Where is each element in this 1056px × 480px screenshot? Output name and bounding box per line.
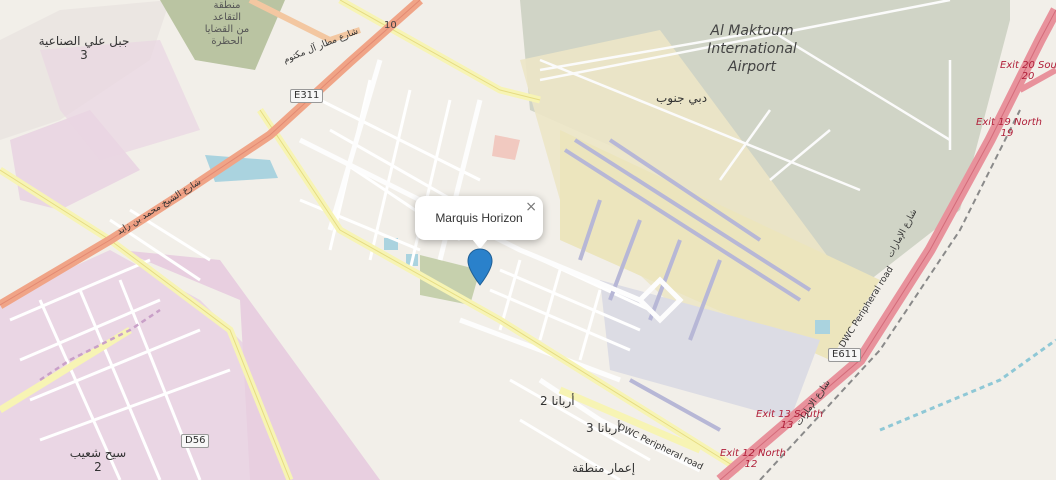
exit-label-19-north: Exit 19 North 19 [976,117,1042,139]
place-label-arabian-ranches-3: أربانا 3 [586,421,621,435]
exit-label-20-south: Exit 20 South 20 [1000,60,1056,82]
road-label-route-10: 10 [384,20,397,31]
place-label-dubai-south: دبي جنوب [656,91,708,105]
road-shield-e611: E611 [828,348,862,362]
location-popup: Marquis Horizon × [415,196,543,249]
area-label-reserve: منطقة التقاعد من القضايا الحظرة [204,0,250,47]
popup-close-button[interactable]: × [525,199,537,215]
popup-title: Marquis Horizon [435,211,523,225]
road-shield-e311: E311 [290,89,324,103]
place-label-emaar-area: إعمار منطقة [572,461,636,475]
place-label-al-maktoum-airport: Al Maktoum International Airport [707,23,797,75]
map-canvas[interactable]: جبل علي الصناعية 3 Al Maktoum Internatio… [0,0,1056,480]
place-label-jebel-ali-industrial: جبل علي الصناعية 3 [38,34,130,62]
place-label-saih-shuaib: سيح شعيب 2 [69,446,127,474]
place-label-arabian-ranches-2: أربانا 2 [540,394,575,408]
location-marker-icon[interactable] [467,248,493,286]
road-shield-d56: D56 [181,434,210,448]
exit-label-12-north: Exit 12 North 12 [720,448,786,470]
